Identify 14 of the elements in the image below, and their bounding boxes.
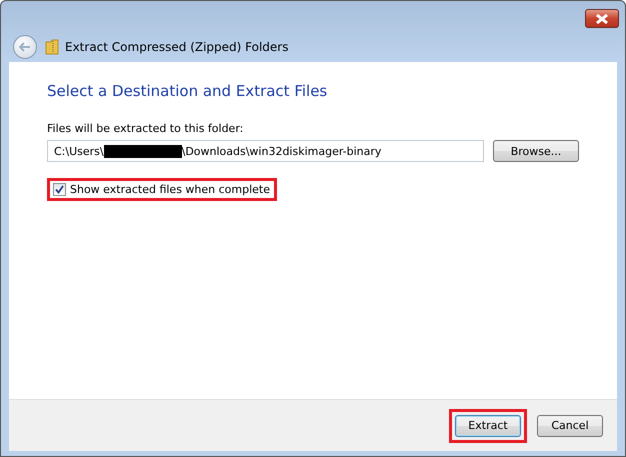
path-field[interactable]: C:\Users\ \Downloads\win32diskimager-binary (47, 140, 484, 162)
back-button[interactable] (13, 34, 37, 58)
check-icon (55, 185, 64, 194)
page-heading: Select a Destination and Extract Files (47, 82, 328, 100)
window-title: Extract Compressed (Zipped) Folders (65, 40, 288, 54)
close-icon (595, 14, 609, 24)
dialog-button[interactable]: Cancel (537, 414, 603, 436)
destination-label: Files will be extracted to this folder: (47, 122, 244, 135)
back-arrow-icon (19, 42, 31, 52)
close-button[interactable] (585, 9, 619, 28)
browse-button[interactable]: Browse... (493, 140, 579, 162)
show-files-checkbox[interactable]: Show extracted files when complete (53, 183, 270, 196)
dialog-button[interactable]: Extract (455, 414, 521, 436)
zipped-folder-icon (45, 38, 59, 54)
